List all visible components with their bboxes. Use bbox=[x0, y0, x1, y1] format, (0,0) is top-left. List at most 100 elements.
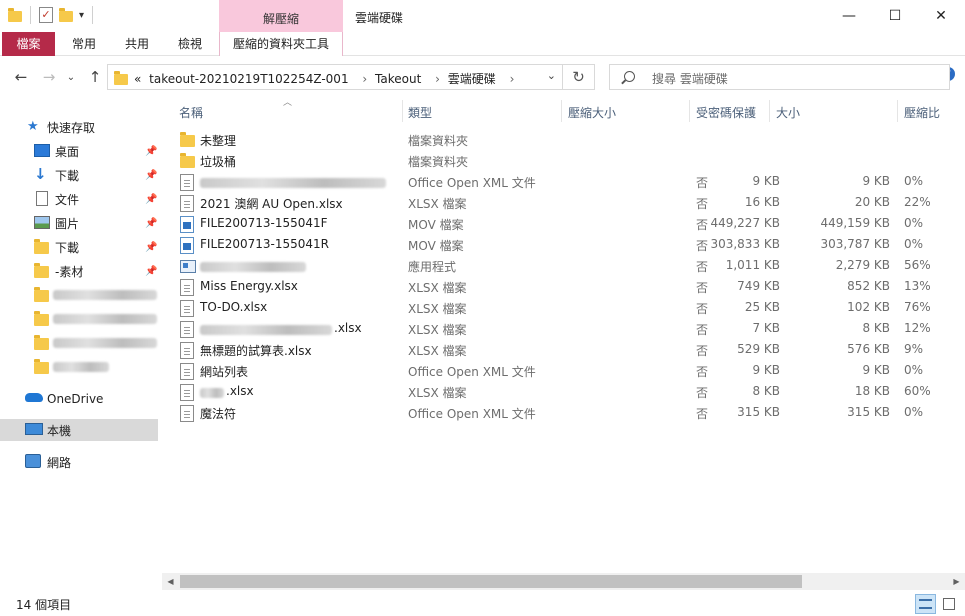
column-header-password[interactable]: 受密碼保護 bbox=[696, 104, 756, 120]
breadcrumb-item[interactable]: takeout-20210219T102254Z-001 bbox=[149, 72, 348, 86]
compressed-size: 7 KB bbox=[752, 321, 780, 335]
horizontal-scrollbar[interactable]: ◀ ▶ bbox=[162, 573, 965, 590]
breadcrumb-overflow[interactable]: « bbox=[134, 72, 141, 86]
up-button[interactable]: ↑ bbox=[84, 66, 106, 88]
scrollbar-thumb[interactable] bbox=[180, 575, 802, 588]
table-row[interactable]: .xlsx XLSX 檔案 8 KB 否 18 KB 60% bbox=[170, 382, 950, 403]
table-row[interactable]: .xlsx XLSX 檔案 7 KB 否 8 KB 12% bbox=[170, 319, 950, 340]
file-type: 檔案資料夾 bbox=[408, 134, 469, 148]
password-protected: 否 bbox=[696, 302, 709, 316]
properties-icon[interactable]: ✓ bbox=[39, 7, 53, 23]
sidebar-item-documents[interactable]: 文件 📌 bbox=[0, 188, 158, 210]
tab-share[interactable]: 共用 bbox=[113, 32, 161, 56]
quick-access-toolbar: ✓ ▾ bbox=[8, 6, 95, 24]
sidebar-label: 文件 bbox=[55, 192, 80, 207]
customize-toolbar-icon[interactable]: ▾ bbox=[79, 10, 84, 21]
refresh-button[interactable]: ↻ bbox=[563, 64, 595, 90]
search-box[interactable]: 搜尋 雲端硬碟 bbox=[609, 64, 950, 90]
large-icons-view-button[interactable] bbox=[938, 594, 959, 614]
password-protected: 否 bbox=[696, 323, 709, 337]
forward-button[interactable]: → bbox=[38, 66, 60, 88]
sidebar-item-redacted[interactable] bbox=[0, 308, 158, 330]
table-row[interactable]: 魔法符 Office Open XML 文件 315 KB 否 315 KB 0% bbox=[170, 403, 950, 424]
compressed-size: 749 KB bbox=[737, 279, 780, 293]
password-protected: 否 bbox=[696, 386, 709, 400]
back-button[interactable]: ← bbox=[10, 66, 32, 88]
tab-home[interactable]: 常用 bbox=[60, 32, 108, 56]
column-header-compressed-size[interactable]: 壓縮大小 bbox=[568, 104, 616, 120]
cloud-icon bbox=[25, 393, 43, 402]
table-row[interactable]: 應用程式 1,011 KB 否 2,279 KB 56% bbox=[170, 256, 950, 277]
breadcrumb-item[interactable]: Takeout bbox=[375, 72, 421, 86]
sidebar-item-pictures[interactable]: 圖片 📌 bbox=[0, 212, 158, 234]
table-row[interactable]: 垃圾桶 檔案資料夾 bbox=[170, 151, 950, 172]
table-row[interactable]: FILE200713-155041R MOV 檔案 303,833 KB 否 303,7… bbox=[170, 235, 950, 256]
breadcrumb-separator[interactable]: › bbox=[435, 72, 440, 86]
folder-icon bbox=[180, 132, 195, 147]
table-row[interactable]: Office Open XML 文件 9 KB 否 9 KB 0% bbox=[170, 172, 950, 193]
sidebar-item-redacted[interactable] bbox=[0, 356, 158, 378]
folder-icon bbox=[34, 239, 49, 254]
column-header-size[interactable]: 大小 bbox=[776, 104, 800, 120]
sidebar-item-materials[interactable]: -素材 📌 bbox=[0, 260, 158, 282]
pin-icon[interactable]: 📌 bbox=[145, 146, 157, 157]
sidebar-item-redacted[interactable] bbox=[0, 284, 158, 306]
uncompressed-size: 2,279 KB bbox=[835, 258, 890, 272]
maximize-button[interactable]: ☐ bbox=[872, 0, 918, 32]
pin-icon[interactable]: 📌 bbox=[145, 266, 157, 277]
sidebar-item-redacted[interactable] bbox=[0, 332, 158, 354]
file-type: Office Open XML 文件 bbox=[408, 407, 536, 421]
column-divider[interactable] bbox=[769, 100, 770, 122]
table-row[interactable]: 無標題的試算表.xlsx XLSX 檔案 529 KB 否 576 KB 9% bbox=[170, 340, 950, 361]
sidebar-item-downloads[interactable]: ↓ 下載 📌 bbox=[0, 164, 158, 186]
details-view-button[interactable] bbox=[915, 594, 936, 614]
pin-icon[interactable]: 📌 bbox=[145, 218, 157, 229]
file-type: Office Open XML 文件 bbox=[408, 365, 536, 379]
column-divider[interactable] bbox=[402, 100, 403, 122]
column-header-name[interactable]: 名稱 bbox=[179, 104, 203, 120]
table-row[interactable]: 未整理 檔案資料夾 bbox=[170, 130, 950, 151]
compressed-size: 25 KB bbox=[744, 300, 780, 314]
column-divider[interactable] bbox=[561, 100, 562, 122]
table-row[interactable]: FILE200713-155041F MOV 檔案 449,227 KB 否 449,1… bbox=[170, 214, 950, 235]
sidebar-item-onedrive[interactable]: OneDrive bbox=[0, 388, 158, 410]
table-row[interactable]: Miss Energy.xlsx XLSX 檔案 749 KB 否 852 KB 13% bbox=[170, 277, 950, 298]
pin-icon[interactable]: 📌 bbox=[145, 242, 157, 253]
sidebar-item-quick-access[interactable]: ★ 快速存取 bbox=[0, 116, 158, 138]
password-protected: 否 bbox=[696, 218, 709, 232]
scroll-left-icon[interactable]: ◀ bbox=[162, 573, 179, 590]
pin-icon[interactable]: 📌 bbox=[145, 194, 157, 205]
file-name: 魔法符 bbox=[200, 407, 237, 421]
column-divider[interactable] bbox=[689, 100, 690, 122]
tab-view[interactable]: 檢視 bbox=[166, 32, 214, 56]
table-row[interactable]: 2021 澳網 AU Open.xlsx XLSX 檔案 16 KB 否 20 KB 22… bbox=[170, 193, 950, 214]
table-row[interactable]: TO-DO.xlsx XLSX 檔案 25 KB 否 102 KB 76% bbox=[170, 298, 950, 319]
uncompressed-size: 449,159 KB bbox=[820, 216, 890, 230]
new-folder-icon[interactable] bbox=[59, 8, 73, 22]
minimize-button[interactable]: — bbox=[826, 0, 872, 32]
column-divider[interactable] bbox=[897, 100, 898, 122]
sidebar-label: 快速存取 bbox=[47, 120, 96, 135]
table-row[interactable]: 網站列表 Office Open XML 文件 9 KB 否 9 KB 0% bbox=[170, 361, 950, 382]
column-header-type[interactable]: 類型 bbox=[408, 104, 432, 120]
uncompressed-size: 303,787 KB bbox=[820, 237, 890, 251]
maximize-icon: ☐ bbox=[888, 8, 902, 24]
close-button[interactable]: ✕ bbox=[918, 0, 964, 32]
breadcrumb-separator[interactable]: › bbox=[510, 72, 515, 86]
address-history-dropdown[interactable]: ⌄ bbox=[547, 69, 556, 82]
breadcrumb-separator[interactable]: › bbox=[362, 72, 367, 86]
pin-icon[interactable]: 📌 bbox=[145, 170, 157, 181]
address-bar[interactable]: « takeout-20210219T102254Z-001 › Takeout… bbox=[107, 64, 563, 90]
sidebar-item-downloads-folder[interactable]: 下載 📌 bbox=[0, 236, 158, 258]
breadcrumb-item[interactable]: 雲端硬碟 bbox=[448, 72, 496, 86]
recent-locations-button[interactable]: ⌄ bbox=[60, 66, 82, 88]
column-header-ratio[interactable]: 壓縮比 bbox=[904, 104, 940, 120]
navigation-pane: ★ 快速存取 桌面 📌 ↓ 下載 📌 文件 📌 圖片 📌 下載 📌 -素材 📌 bbox=[0, 96, 160, 593]
sidebar-item-network[interactable]: 網路 bbox=[0, 451, 158, 473]
sidebar-item-desktop[interactable]: 桌面 📌 bbox=[0, 140, 158, 162]
tab-compressed-folder-tools[interactable]: 壓縮的資料夾工具 bbox=[219, 32, 343, 56]
sidebar-item-this-pc[interactable]: 本機 bbox=[0, 419, 158, 441]
scroll-right-icon[interactable]: ▶ bbox=[948, 573, 965, 590]
tab-file[interactable]: 檔案 bbox=[2, 32, 55, 56]
file-type: XLSX 檔案 bbox=[408, 344, 467, 358]
